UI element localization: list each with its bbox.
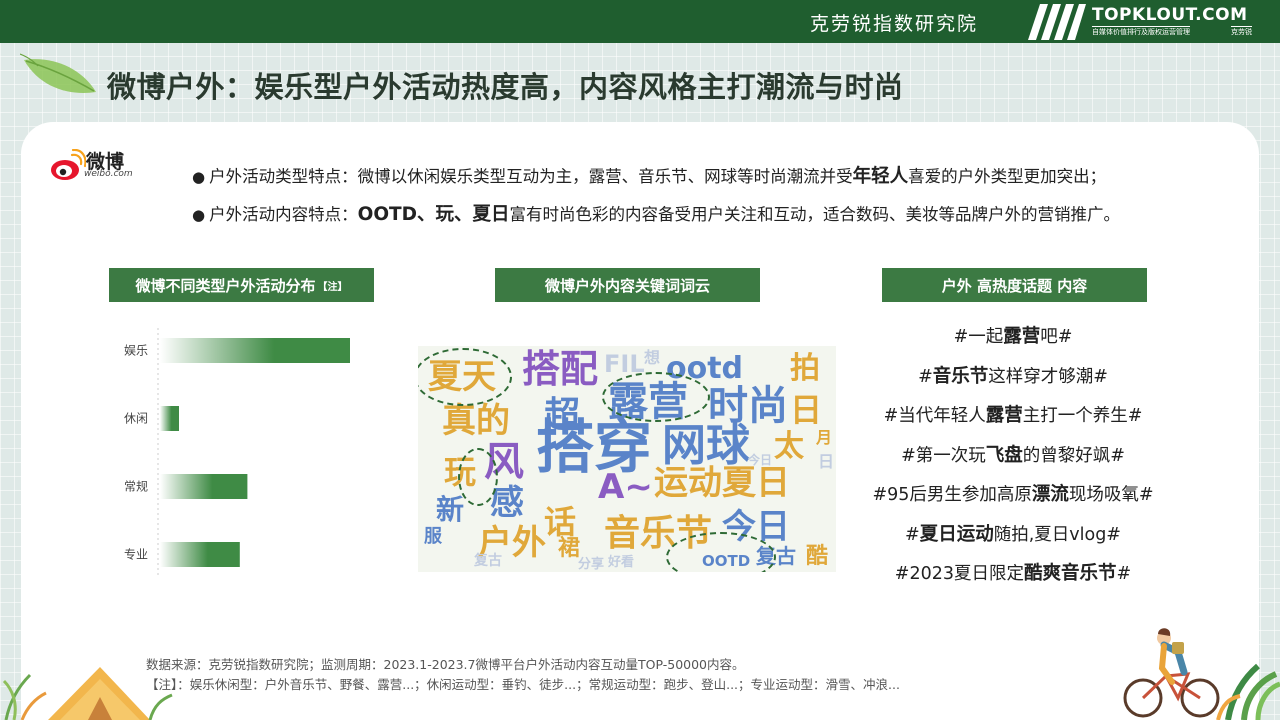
wordcloud-word: 月 [816,428,833,447]
stripes-decoration [1028,4,1086,40]
topics-title: 户外 高热度话题 内容 [941,276,1088,295]
leaf-icon [20,53,96,93]
note-line: 【注】：娱乐休闲型：户外音乐节、野餐、露营...；休闲运动型：垂钓、徒步...；… [146,677,900,692]
topic-keyword: 露营 [985,405,1023,426]
wordcloud-word: 太 [774,429,804,464]
topic-item: #一起露营吧# [858,322,1168,362]
highlight-ring [458,448,498,506]
wordcloud-word: 想 [644,348,661,367]
topklout-logo: TOPKLOUT.COM 自媒体价值排行及版权运营管理 克劳锐 [1092,6,1252,38]
wordcloud-word: 真的 [442,401,510,441]
wordcloud-word: 分享 [578,557,605,572]
wordcloud-word: 日 [790,391,823,429]
page-title: 微博户外：娱乐型户外活动热度高，内容风格主打潮流与时尚 [107,70,904,104]
keyword-wordcloud: 搭穿 露营 网球 时尚 运动夏日 音乐节 今日 搭配 夏天 真的超风玩感话户外 A~ 太拍日 ootd O… [418,346,836,572]
bullet-text: 富有时尚色彩的内容备受用户关注和互动，适合数码、美妆等品牌户外的营销推广。 [509,205,1121,224]
topic-text: #一起 [953,327,1004,347]
topic-text: 现场吸氧# [1068,485,1154,505]
topics-header: 户外 高热度话题 内容 [882,268,1147,302]
category-label: 休闲 [124,412,148,426]
topic-text: 随拍,夏日vlog# [993,524,1121,545]
topic-text: # [905,524,920,545]
topic-keyword: 音乐节 [932,365,989,387]
activity-distribution-chart: 娱乐休闲常规专业 [124,328,350,578]
top-bar: 克劳锐指数研究院 TOPKLOUT.COM 自媒体价值排行及版权运营管理 克劳锐 [0,0,1280,43]
bullet-item: ● 户外活动内容特点： OOTD、玩、夏日 富有时尚色彩的内容备受用户关注和互动，适… [192,200,1252,238]
topic-keyword: 酷爽音乐节 [1024,563,1117,584]
topic-text: #95后男生参加高原 [872,485,1032,505]
distribution-note: 【注】 [317,281,348,293]
bullet-list: ● 户外活动类型特点：微博以休闲娱乐类型互动为主，露营、音乐节、网球等时尚潮流并… [192,162,1252,238]
highlight-ring [418,348,512,406]
wordcloud-header: 微博户外内容关键词词云 [495,268,760,302]
topic-text: #2023夏日限定 [894,564,1024,584]
wordcloud-word: 搭配 [522,347,599,391]
bullet-text: 户外活动内容特点： [209,205,358,224]
category-label: 常规 [124,479,148,494]
topic-text: 吧# [1040,327,1073,347]
brand-name: TOPKLOUT.COM [1092,5,1248,25]
topic-text: 主打一个养生# [1022,406,1143,426]
topic-item: #2023夏日限定酷爽音乐节# [858,559,1168,599]
topic-text: # [1116,564,1132,584]
weibo-logo-en: weibo.com [84,169,133,179]
weibo-logo: 微博 weibo.com [50,147,135,183]
wordcloud-word: 拍 [790,351,820,386]
topic-item: #当代年轻人露营主打一个养生# [858,401,1168,441]
wordcloud-word: A~ [598,467,653,507]
wordcloud-word: 网球 [662,420,750,471]
category-label: 专业 [124,547,148,562]
weibo-icon [51,149,86,180]
topic-item: #夏日运动随拍,夏日vlog# [858,520,1168,560]
bullet-item: ● 户外活动类型特点：微博以休闲娱乐类型互动为主，露营、音乐节、网球等时尚潮流并… [192,162,1252,200]
bullet-text: 喜爱的户外类型更加突出； [908,167,1107,186]
cyclist-illustration [1123,628,1280,720]
distribution-header: 微博不同类型户外活动分布 【注】 [109,268,374,302]
category-label: 娱乐 [124,344,148,358]
topic-keyword: 漂流 [1031,484,1069,505]
wordcloud-word: 时尚 [708,383,788,429]
hot-topics-list: #一起露营吧# #音乐节这样穿才够潮# #当代年轻人露营主打一个养生# #第一次玩飞盘… [858,322,1168,599]
distribution-title: 微博不同类型户外活动分布 [135,276,316,295]
wordcloud-word: 超 [544,395,581,436]
wordcloud-word: 服 [424,526,442,547]
bar [160,542,240,567]
bullet-text: 户外活动类型特点：微博以休闲娱乐类型互动为主，露营、音乐节、网球等时尚潮流并受 [209,167,853,186]
wordcloud-word: 好看 [608,555,635,570]
wordcloud-word: 裙 [558,536,581,561]
topic-item: #第一次玩飞盘的曾黎好飒# [858,441,1168,481]
bar [160,474,248,499]
wordcloud-title: 微博户外内容关键词词云 [544,276,710,295]
bullet-emphasis: 年轻人 [852,166,909,187]
wordcloud-word: 日 [818,452,835,471]
topic-text: 这样穿才够潮# [988,366,1108,387]
topic-text: 的曾黎好飒# [1022,445,1125,466]
wordcloud-word: 复古 [474,553,502,569]
wordcloud-word: 话 [544,503,577,541]
brand-tagline: 自媒体价值排行及版权运营管理 [1092,26,1190,36]
wordcloud-word: 酷 [806,544,829,569]
bar [160,406,179,431]
topic-item: #音乐节这样穿才够潮# [858,362,1168,402]
topic-text: # [918,366,933,387]
highlight-ring [602,372,710,422]
source-note: 数据来源：克劳锐指数研究院；监测周期：2023.1-2023.7微博平台户外活动… [146,655,900,695]
topic-text: #第一次玩 [901,445,986,466]
wordcloud-word: 今日 [748,453,773,467]
org-name: 克劳锐指数研究院 [809,13,978,35]
tent-illustration [2,667,173,720]
topic-item: #95后男生参加高原漂流现场吸氧# [858,480,1168,520]
topic-text: #当代年轻人 [883,406,986,426]
topic-keyword: 飞盘 [985,444,1023,466]
wordcloud-word: 运动夏日 [654,463,790,503]
brand-cn: 克劳锐 [1231,26,1252,36]
bar [160,338,350,363]
topic-keyword: 露营 [1003,326,1041,347]
wordcloud-word: 新 [436,493,465,526]
bullet-dot: ● [192,206,206,224]
bullet-dot: ● [192,168,206,186]
topic-keyword: 夏日运动 [919,523,994,545]
bullet-emphasis: OOTD、玩、夏日 [357,204,510,225]
source-line: 数据来源：克劳锐指数研究院；监测周期：2023.1-2023.7微博平台户外活动… [146,657,745,672]
